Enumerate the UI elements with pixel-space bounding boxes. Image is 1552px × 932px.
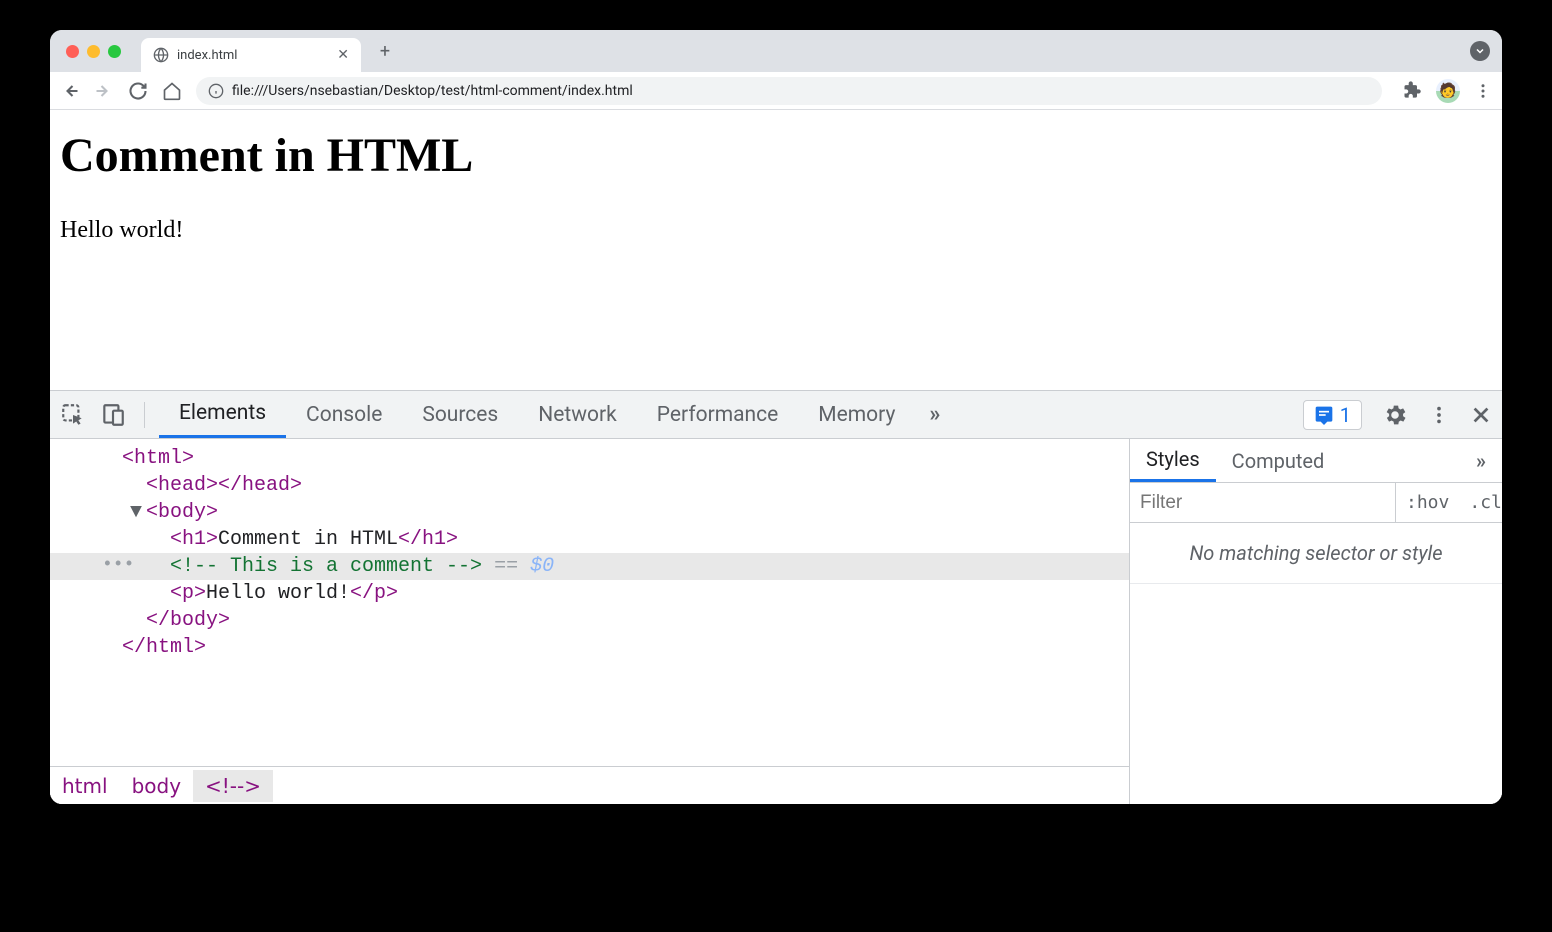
device-toolbar-icon[interactable] (100, 402, 126, 428)
styles-tabs-overflow[interactable]: » (1460, 449, 1502, 473)
dom-node-body-open[interactable]: ▼<body> (50, 499, 1129, 526)
devtools-issues-button[interactable]: 1 (1303, 400, 1362, 430)
styles-tab-styles[interactable]: Styles (1130, 439, 1216, 482)
styles-tab-computed[interactable]: Computed (1216, 439, 1341, 482)
site-info-icon[interactable] (208, 83, 224, 99)
devtools-tab-sources[interactable]: Sources (402, 391, 518, 438)
breadcrumb-comment[interactable]: <!--​> (193, 770, 273, 802)
styles-panel: Styles Computed » :hov .cls + No ma (1130, 439, 1502, 804)
dom-node-body-close[interactable]: </body> (50, 607, 1129, 634)
toolbar-right: 🧑 (1402, 79, 1492, 103)
page-paragraph: Hello world! (60, 217, 1492, 244)
devtools-tabs-overflow[interactable]: » (915, 402, 954, 427)
nav-forward-button[interactable] (94, 81, 118, 101)
window-maximize-button[interactable] (108, 45, 121, 58)
tab-strip: index.html ✕ + (50, 30, 1502, 72)
browser-toolbar: file:///Users/nsebastian/Desktop/test/ht… (50, 72, 1502, 110)
devtools-panel: Elements Console Sources Network Perform… (50, 390, 1502, 804)
devtools-tab-network[interactable]: Network (518, 391, 637, 438)
dom-tree[interactable]: <html> <head></head> ▼<body> <h1>Comment… (50, 439, 1129, 766)
styles-tabbar: Styles Computed » (1130, 439, 1502, 483)
dom-node-html-open[interactable]: <html> (50, 445, 1129, 472)
devtools-body: <html> <head></head> ▼<body> <h1>Comment… (50, 439, 1502, 804)
styles-filter-buttons: :hov .cls + (1395, 483, 1502, 522)
ellipsis-icon[interactable]: ••• (102, 555, 134, 575)
elements-panel: <html> <head></head> ▼<body> <h1>Comment… (50, 439, 1130, 804)
caret-down-icon[interactable]: ▼ (130, 501, 142, 524)
new-tab-button[interactable]: + (371, 37, 399, 65)
traffic-lights (66, 45, 121, 58)
elements-breadcrumb: html body <!--​> (50, 766, 1129, 804)
url-text: file:///Users/nsebastian/Desktop/test/ht… (232, 83, 633, 99)
devtools-tabbar: Elements Console Sources Network Perform… (50, 391, 1502, 439)
breadcrumb-body[interactable]: body (120, 770, 193, 802)
inspect-element-icon[interactable] (60, 402, 86, 428)
issues-count: 1 (1340, 403, 1351, 427)
styles-cls-button[interactable]: .cls (1459, 483, 1502, 522)
home-button[interactable] (162, 81, 186, 101)
dom-node-h1[interactable]: <h1>Comment in HTML</h1> (50, 526, 1129, 553)
breadcrumb-html[interactable]: html (50, 770, 120, 802)
window-close-button[interactable] (66, 45, 79, 58)
page-viewport: Comment in HTML Hello world! (50, 110, 1502, 390)
styles-filter-input[interactable] (1130, 483, 1395, 522)
devtools-menu-icon[interactable] (1428, 404, 1450, 426)
globe-icon (153, 47, 169, 63)
devtools-close-icon[interactable] (1470, 404, 1492, 426)
dom-node-p[interactable]: <p>Hello world!</p> (50, 580, 1129, 607)
page-heading: Comment in HTML (60, 128, 1492, 183)
styles-filter-row: :hov .cls + (1130, 483, 1502, 523)
devtools-tab-console[interactable]: Console (286, 391, 402, 438)
devtools-tab-performance[interactable]: Performance (637, 391, 798, 438)
window-minimize-button[interactable] (87, 45, 100, 58)
browser-tab[interactable]: index.html ✕ (141, 38, 361, 72)
tab-title: index.html (177, 48, 237, 63)
dom-node-comment[interactable]: •••<!-- This is a comment --> == $0 (50, 553, 1129, 580)
devtools-inspect-group (60, 402, 145, 428)
styles-no-match: No matching selector or style (1130, 523, 1502, 584)
reload-button[interactable] (128, 81, 152, 101)
profile-avatar[interactable]: 🧑 (1436, 79, 1460, 103)
browser-window: index.html ✕ + file:///Users/nsebastian/… (50, 30, 1502, 804)
tab-close-button[interactable]: ✕ (337, 47, 349, 63)
devtools-settings-icon[interactable] (1382, 402, 1408, 428)
devtools-tab-elements[interactable]: Elements (159, 391, 286, 438)
devtools-right-controls: 1 (1303, 400, 1492, 430)
chrome-menu-button[interactable] (1474, 82, 1492, 100)
devtools-tab-memory[interactable]: Memory (798, 391, 915, 438)
address-bar[interactable]: file:///Users/nsebastian/Desktop/test/ht… (196, 77, 1382, 105)
extensions-icon[interactable] (1402, 81, 1422, 101)
nav-back-button[interactable] (60, 81, 84, 101)
styles-hov-button[interactable]: :hov (1396, 483, 1459, 522)
dom-node-head[interactable]: <head></head> (50, 472, 1129, 499)
window-expand-button[interactable] (1470, 41, 1490, 61)
dom-node-html-close[interactable]: </html> (50, 634, 1129, 661)
